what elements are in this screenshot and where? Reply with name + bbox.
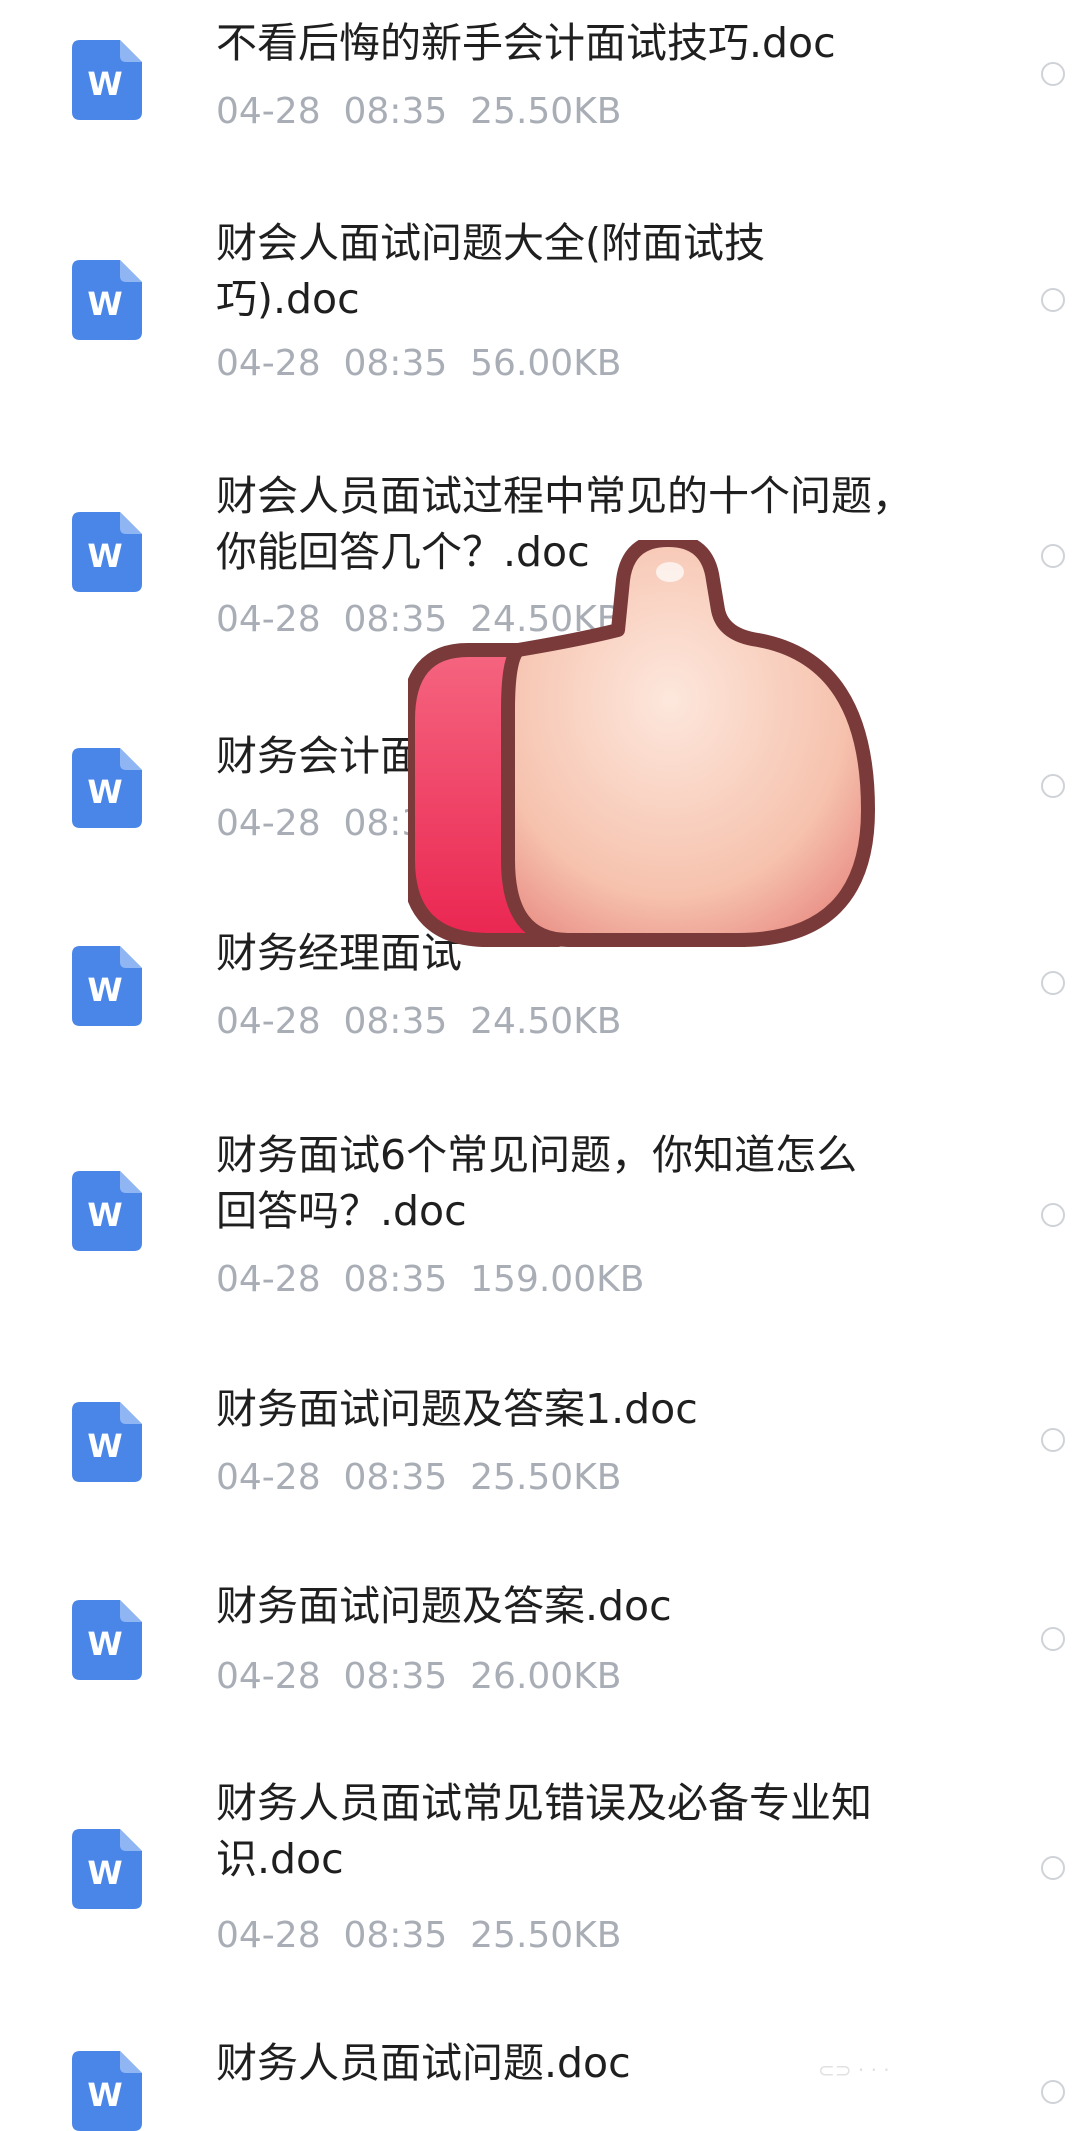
thumbs-up-icon	[408, 540, 875, 947]
file-time: 08:35	[343, 1001, 448, 1042]
file-date: 04-28	[216, 1259, 321, 1300]
file-size: 56.00KB	[470, 343, 622, 384]
select-circle[interactable]	[1041, 288, 1065, 312]
file-meta: 04-28 08:35 56.00KB	[216, 342, 816, 386]
file-size: 159.00KB	[470, 1259, 645, 1300]
file-date: 04-28	[216, 343, 321, 384]
file-list: W 不看后悔的新手会计面试技巧.doc 04-28 08:35 25.50KB W 财会…	[0, 0, 1080, 2131]
select-circle[interactable]	[1041, 1203, 1065, 1227]
word-doc-icon: W	[72, 260, 142, 340]
word-doc-icon: W	[72, 40, 142, 120]
word-doc-icon: W	[72, 1402, 142, 1482]
word-letter: W	[87, 2076, 122, 2114]
word-letter: W	[87, 65, 122, 103]
file-time: 08:35	[343, 1457, 448, 1498]
file-meta: 04-28 08:35 24.50KB	[216, 1000, 816, 1044]
select-circle[interactable]	[1041, 544, 1065, 568]
word-doc-icon: W	[72, 2051, 142, 2131]
word-letter: W	[87, 1625, 122, 1663]
watermark: ⊂⊃ · · ·	[818, 2058, 890, 2082]
word-letter: W	[87, 537, 122, 575]
file-name: 不看后悔的新手会计面试技巧.doc	[216, 19, 836, 67]
word-letter: W	[87, 1854, 122, 1892]
file-date: 04-28	[216, 599, 321, 640]
file-time: 08:35	[343, 343, 448, 384]
file-size: 26.00KB	[470, 1656, 622, 1697]
file-date: 04-28	[216, 1915, 321, 1956]
file-date: 04-28	[216, 803, 321, 844]
file-name: 财务面试问题及答案1.doc	[216, 1385, 698, 1433]
select-circle[interactable]	[1041, 1428, 1065, 1452]
file-size: 24.50KB	[470, 1001, 622, 1042]
file-meta: 04-28 08:35 159.00KB	[216, 1258, 816, 1302]
file-time: 08:35	[343, 1656, 448, 1697]
select-circle[interactable]	[1041, 62, 1065, 86]
select-circle[interactable]	[1041, 1627, 1065, 1651]
word-letter: W	[87, 1196, 122, 1234]
select-circle[interactable]	[1041, 971, 1065, 995]
file-name: 财务人员面试常见错误及必备专业知 识.doc	[216, 1779, 872, 1883]
file-time: 08:35	[343, 1915, 448, 1956]
file-size: 25.50KB	[470, 91, 622, 132]
word-doc-icon: W	[72, 512, 142, 592]
file-name: 财务面试6个常见问题，你知道怎么 回答吗？.doc	[216, 1131, 858, 1235]
file-time: 08:35	[343, 91, 448, 132]
word-doc-icon: W	[72, 1171, 142, 1251]
file-meta: 04-28 08:35 25.50KB	[216, 90, 816, 134]
word-letter: W	[87, 1427, 122, 1465]
file-date: 04-28	[216, 1656, 321, 1697]
select-circle[interactable]	[1041, 1856, 1065, 1880]
file-date: 04-28	[216, 1001, 321, 1042]
file-size: 25.50KB	[470, 1915, 622, 1956]
file-time: 08:35	[343, 1259, 448, 1300]
file-date: 04-28	[216, 91, 321, 132]
file-meta: 04-28 08:35 25.50KB	[216, 1456, 816, 1500]
file-name: 财务面试问题及答案.doc	[216, 1582, 672, 1630]
word-doc-icon: W	[72, 748, 142, 828]
file-meta: 04-28 08:35 25.50KB	[216, 1914, 816, 1958]
word-doc-icon: W	[72, 1829, 142, 1909]
word-doc-icon: W	[72, 1600, 142, 1680]
word-doc-icon: W	[72, 946, 142, 1026]
word-letter: W	[87, 971, 122, 1009]
word-letter: W	[87, 285, 122, 323]
word-letter: W	[87, 773, 122, 811]
select-circle[interactable]	[1041, 774, 1065, 798]
file-name: 财会人面试问题大全(附面试技 巧).doc	[216, 219, 765, 323]
file-meta: 04-28 08:35 26.00KB	[216, 1655, 816, 1699]
file-date: 04-28	[216, 1457, 321, 1498]
file-size: 25.50KB	[470, 1457, 622, 1498]
